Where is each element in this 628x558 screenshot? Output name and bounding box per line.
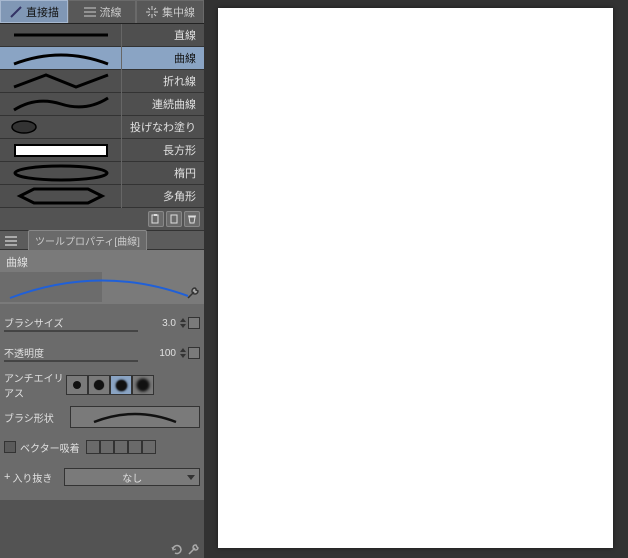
- tool-action-bar: [0, 208, 204, 230]
- tool-item-polyline[interactable]: 折れ線: [0, 70, 204, 93]
- brush-shape-preview[interactable]: [70, 406, 200, 428]
- tool-label: 直線: [122, 27, 204, 43]
- tool-item-polygon[interactable]: 多角形: [0, 185, 204, 208]
- tool-item-lasso-fill[interactable]: 投げなわ塗り: [0, 116, 204, 139]
- wrench-icon[interactable]: [186, 286, 200, 300]
- vector-snap-opt-3[interactable]: [114, 440, 128, 454]
- opacity-value[interactable]: 100: [146, 348, 176, 359]
- tool-label: 長方形: [122, 142, 204, 158]
- tool-item-ellipse[interactable]: 楕円: [0, 162, 204, 185]
- vector-snap-opt-5[interactable]: [142, 440, 156, 454]
- polyline-preview-icon: [6, 71, 116, 91]
- expand-icon[interactable]: +: [4, 471, 10, 483]
- prop-brush-size: ブラシサイズ 3.0: [4, 310, 200, 336]
- flowline-icon: [83, 5, 97, 19]
- tool-item-line[interactable]: 直線: [0, 24, 204, 47]
- brush-size-slider[interactable]: [4, 330, 138, 332]
- tool-property-tab[interactable]: ツールプロパティ[曲線]: [28, 230, 147, 251]
- tool-list: 直線 曲線 折れ線 連続曲線 投げなわ塗り 長方形 楕円 多角形: [0, 24, 204, 208]
- vector-snap-opt-1[interactable]: [86, 440, 100, 454]
- prop-opacity: 不透明度 100: [4, 340, 200, 366]
- opacity-slider[interactable]: [4, 360, 138, 362]
- clipboard-icon: [151, 214, 161, 224]
- lasso-preview-icon: [6, 117, 116, 137]
- aa-option-weak[interactable]: [88, 375, 110, 395]
- panel-footer: [0, 540, 204, 558]
- panel-menu-icon[interactable]: [2, 231, 20, 249]
- vector-snap-options: [86, 440, 156, 454]
- prop-vector-snap: ベクター吸着: [4, 434, 200, 460]
- curve-preview-icon: [6, 48, 116, 68]
- tab-label: 直接描: [26, 4, 59, 20]
- stepper-up[interactable]: [180, 348, 186, 352]
- tab-flowline[interactable]: 流線: [68, 0, 136, 23]
- trash-icon: [187, 214, 197, 224]
- prop-label: アンチエイリアス: [4, 370, 66, 400]
- brush-size-toggle[interactable]: [188, 317, 200, 329]
- tab-label: 流線: [100, 4, 122, 20]
- brush-shape-icon: [90, 408, 180, 426]
- vector-snap-checkbox[interactable]: [4, 441, 16, 453]
- curve-preview-svg: [0, 272, 200, 302]
- tool-label: 曲線: [122, 50, 204, 66]
- aa-option-strong[interactable]: [132, 375, 154, 395]
- curve-preview: [0, 272, 204, 302]
- tool-label: 多角形: [122, 188, 204, 204]
- prop-antialias: アンチエイリアス: [4, 370, 200, 400]
- prop-label: 不透明度: [4, 345, 66, 360]
- tool-item-continuous-curve[interactable]: 連続曲線: [0, 93, 204, 116]
- clipboard-button[interactable]: [148, 211, 164, 227]
- opacity-toggle[interactable]: [188, 347, 200, 359]
- settings-icon[interactable]: [186, 542, 200, 556]
- revert-icon[interactable]: [170, 542, 184, 556]
- line-preview-icon: [6, 25, 116, 45]
- prop-label: 入り抜き: [12, 470, 60, 485]
- tool-tabs: 直接描 流線 集中線: [0, 0, 204, 24]
- tab-direct-draw[interactable]: 直接描: [0, 0, 68, 23]
- page-icon: [169, 214, 179, 224]
- aa-option-medium[interactable]: [110, 375, 132, 395]
- prop-label: ベクター吸着: [20, 440, 80, 455]
- tool-label: 楕円: [122, 165, 204, 181]
- aa-option-none[interactable]: [66, 375, 88, 395]
- stepper-down[interactable]: [180, 354, 186, 358]
- prop-label: ブラシ形状: [4, 410, 66, 425]
- tab-focusline[interactable]: 集中線: [136, 0, 204, 23]
- delete-button[interactable]: [184, 211, 200, 227]
- tool-properties: ブラシサイズ 3.0 不透明度 100 アンチエイリアス: [0, 304, 204, 500]
- antialias-options: [66, 375, 154, 395]
- tool-label: 連続曲線: [122, 96, 204, 112]
- tab-label: 集中線: [162, 4, 195, 20]
- prop-brush-shape: ブラシ形状: [4, 404, 200, 430]
- preview-label: 曲線: [0, 252, 204, 272]
- tool-item-curve[interactable]: 曲線: [0, 47, 204, 70]
- stepper-up[interactable]: [180, 318, 186, 322]
- continuous-curve-preview-icon: [6, 94, 116, 114]
- brush-size-value[interactable]: 3.0: [146, 318, 176, 329]
- tool-label: 投げなわ塗り: [122, 119, 204, 135]
- tool-label: 折れ線: [122, 73, 204, 89]
- line-icon: [9, 5, 23, 19]
- canvas[interactable]: [218, 8, 613, 548]
- vector-snap-opt-2[interactable]: [100, 440, 114, 454]
- tool-property-header: ツールプロパティ[曲線]: [0, 230, 204, 250]
- stepper-down[interactable]: [180, 324, 186, 328]
- polygon-preview-icon: [6, 186, 116, 206]
- tool-preview-area: 曲線: [0, 250, 204, 304]
- canvas-area: [204, 0, 628, 558]
- prop-label: ブラシサイズ: [4, 315, 66, 330]
- focusline-icon: [145, 5, 159, 19]
- in-out-dropdown[interactable]: なし: [64, 468, 200, 486]
- prop-in-out: + 入り抜き なし: [4, 464, 200, 490]
- rectangle-preview-icon: [14, 144, 108, 157]
- tool-item-rectangle[interactable]: 長方形: [0, 139, 204, 162]
- vector-snap-opt-4[interactable]: [128, 440, 142, 454]
- new-button[interactable]: [166, 211, 182, 227]
- ellipse-preview-icon: [6, 163, 116, 183]
